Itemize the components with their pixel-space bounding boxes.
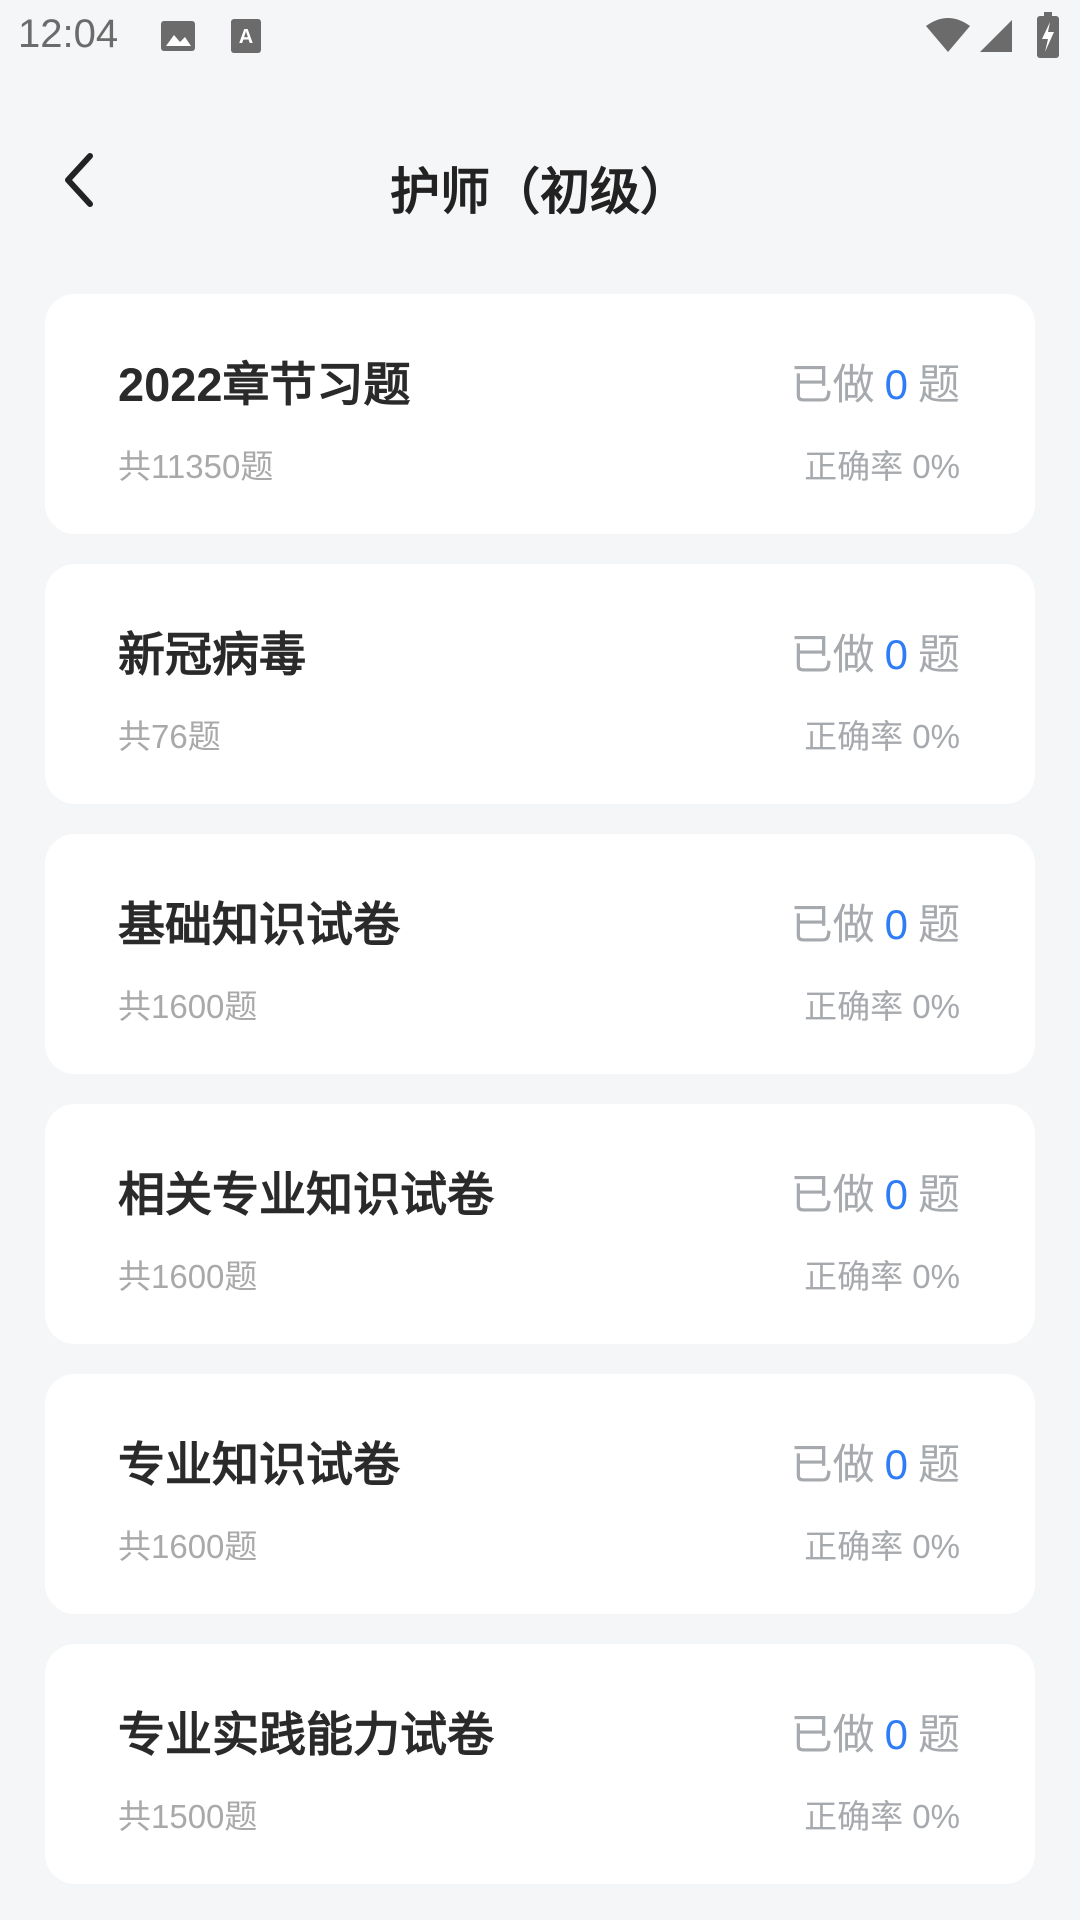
accuracy-rate: 正确率 0% — [804, 1798, 960, 1835]
exam-card[interactable]: 新冠病毒 共76题 已做 0 题 正确率 0% — [45, 564, 1035, 804]
question-count: 共1600题 — [118, 988, 258, 1025]
done-value: 0 — [884, 631, 908, 678]
done-value: 0 — [884, 1171, 908, 1218]
battery-charging-icon — [1036, 12, 1060, 58]
done-prefix: 已做 — [790, 361, 875, 408]
done-value: 0 — [884, 1711, 908, 1758]
image-icon — [158, 16, 198, 56]
page-title: 护师（初级） — [390, 164, 690, 220]
done-count: 已做 0 题 — [791, 621, 960, 682]
done-value: 0 — [884, 361, 908, 408]
exam-title: 相关专业知识试卷 — [118, 1168, 494, 1221]
question-count: 共1600题 — [118, 1528, 258, 1565]
done-prefix: 已做 — [790, 1171, 875, 1218]
exam-list: 2022章节习题 共11350题 已做 0 题 正确率 0% 新冠病毒 共76题 已… — [45, 294, 1035, 1914]
done-suffix: 题 — [917, 361, 960, 408]
done-suffix: 题 — [917, 1171, 960, 1218]
accuracy-rate: 正确率 0% — [804, 988, 960, 1025]
exam-card[interactable]: 专业知识试卷 共1600题 已做 0 题 正确率 0% — [45, 1374, 1035, 1614]
done-suffix: 题 — [917, 1711, 960, 1758]
exam-card[interactable]: 2022章节习题 共11350题 已做 0 题 正确率 0% — [45, 294, 1035, 534]
accuracy-rate: 正确率 0% — [804, 1528, 960, 1565]
done-count: 已做 0 题 — [791, 1431, 960, 1492]
done-prefix: 已做 — [790, 1711, 875, 1758]
status-time: 12:04 — [18, 12, 119, 56]
question-count: 共1600题 — [118, 1258, 258, 1295]
done-suffix: 题 — [917, 1441, 960, 1488]
done-count: 已做 0 题 — [791, 351, 960, 412]
exam-title: 新冠病毒 — [118, 628, 306, 681]
exam-card[interactable]: 相关专业知识试卷 共1600题 已做 0 题 正确率 0% — [45, 1104, 1035, 1344]
done-suffix: 题 — [917, 901, 960, 948]
done-suffix: 题 — [917, 631, 960, 678]
done-value: 0 — [884, 1441, 908, 1488]
question-count: 共1500题 — [118, 1798, 258, 1835]
accuracy-rate: 正确率 0% — [804, 1258, 960, 1295]
app-bar: 护师（初级） — [0, 112, 1080, 248]
exam-card[interactable]: 专业实践能力试卷 共1500题 已做 0 题 正确率 0% — [45, 1644, 1035, 1884]
exam-title: 专业知识试卷 — [118, 1438, 400, 1491]
question-count: 共11350题 — [118, 448, 274, 485]
status-bar: 12:04 A — [0, 0, 1080, 72]
text-a-icon: A — [226, 16, 266, 56]
done-count: 已做 0 题 — [791, 1701, 960, 1762]
exam-title: 基础知识试卷 — [118, 898, 400, 951]
done-count: 已做 0 题 — [791, 1161, 960, 1222]
question-count: 共76题 — [118, 718, 221, 755]
accuracy-rate: 正确率 0% — [804, 448, 960, 485]
done-prefix: 已做 — [790, 631, 875, 678]
done-prefix: 已做 — [790, 1441, 875, 1488]
exam-title: 专业实践能力试卷 — [118, 1708, 494, 1761]
wifi-icon — [924, 16, 972, 56]
done-count: 已做 0 题 — [791, 891, 960, 952]
done-value: 0 — [884, 901, 908, 948]
exam-title: 2022章节习题 — [118, 358, 411, 411]
exam-card[interactable]: 基础知识试卷 共1600题 已做 0 题 正确率 0% — [45, 834, 1035, 1074]
done-prefix: 已做 — [790, 901, 875, 948]
svg-text:A: A — [239, 26, 253, 48]
accuracy-rate: 正确率 0% — [804, 718, 960, 755]
signal-icon — [978, 16, 1016, 56]
